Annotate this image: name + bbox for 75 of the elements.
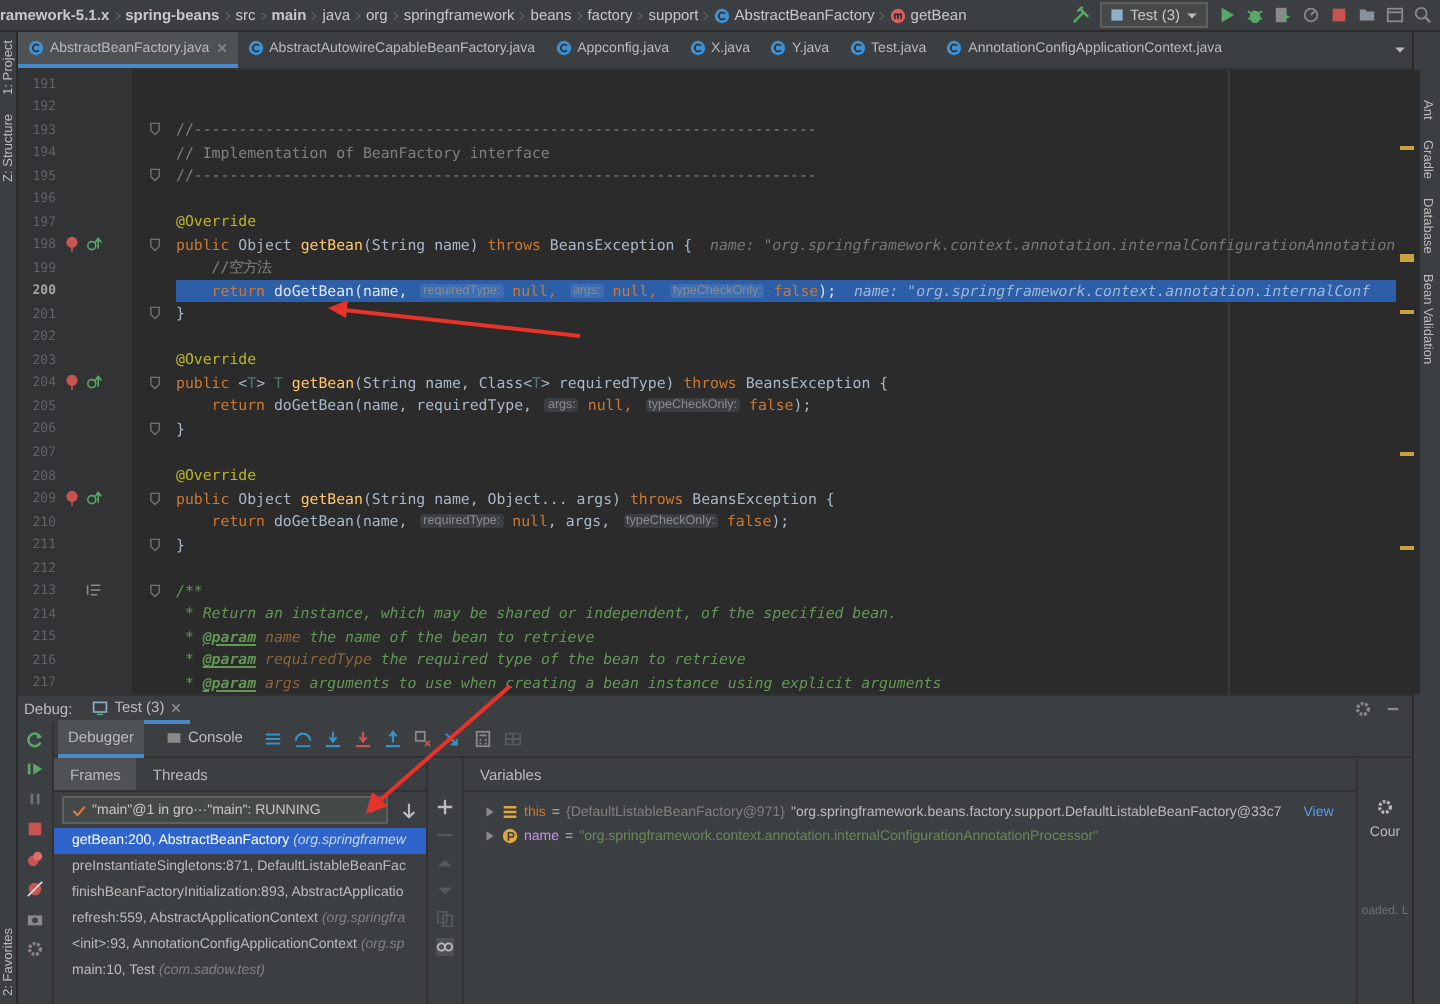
class-icon [28,40,44,56]
class-icon [849,40,866,56]
settings-icon[interactable] [1376,798,1394,816]
plus-icon[interactable] [436,798,454,816]
method-icon [890,7,907,23]
class-icon [689,40,706,56]
fold-icon[interactable] [147,122,161,137]
settings-icon[interactable] [26,940,44,958]
list-icon [502,804,518,820]
chevron-icon [702,7,711,23]
step-over-icon[interactable] [294,730,313,748]
class-icon [555,40,572,56]
down-arrow-icon[interactable] [400,801,418,819]
hammer-icon[interactable] [1071,6,1090,24]
fold-icon[interactable] [147,237,161,252]
marker-icon [64,374,80,391]
marker-icon [64,236,80,253]
override-icon [86,490,104,507]
class-icon [714,7,731,23]
console-icon [165,729,182,745]
caret-icon [1394,44,1406,56]
chevron-icon [259,7,268,23]
parameter-icon [502,828,518,844]
fold-icon[interactable] [147,375,161,390]
close-icon[interactable] [170,701,183,713]
rerun-icon[interactable] [26,730,44,748]
bug-icon[interactable] [1246,6,1264,24]
monitor-icon [92,699,109,715]
class-icon [769,40,786,56]
fold-icon[interactable] [147,491,161,506]
caret-icon [1186,9,1198,21]
mute-breakpoints-icon[interactable] [26,880,44,898]
marker-icon [64,490,80,507]
chevron-icon [575,7,584,23]
pause-icon[interactable] [26,790,44,808]
override-icon [86,374,104,391]
drop-frame-icon[interactable] [414,730,433,748]
settings-icon[interactable] [1354,700,1372,718]
chevron-icon [636,7,645,23]
stop-icon[interactable] [26,820,44,838]
chevron-icon [878,7,887,23]
fold-icon[interactable] [147,306,161,321]
fold-icon[interactable] [147,421,161,436]
resume-icon[interactable] [26,760,44,778]
menu-icon[interactable] [264,730,283,748]
class-icon [946,40,963,56]
chevron-icon [354,7,362,23]
run-to-cursor-icon[interactable] [444,730,463,748]
breakpoints-icon[interactable] [26,850,44,868]
fold-icon[interactable] [147,537,161,552]
step-into-icon[interactable] [324,730,343,748]
chevron-icon [113,7,122,23]
calculator-icon[interactable] [474,730,493,748]
fold-icon[interactable] [147,583,161,598]
profiler-icon[interactable] [1302,6,1320,24]
class-icon [247,40,264,56]
glasses-icon[interactable] [434,938,456,956]
close-icon[interactable] [215,42,228,54]
chevron-icon [391,7,400,23]
force-step-into-icon[interactable] [354,730,373,748]
chevron-icon [223,7,232,23]
override-icon [86,236,104,253]
step-out-icon[interactable] [384,730,403,748]
folder-icon[interactable] [1358,6,1376,24]
chevron-icon [518,7,527,23]
camera-icon[interactable] [26,910,44,928]
stop-icon[interactable] [1330,6,1348,24]
window-icon[interactable] [1386,6,1404,24]
fold-icon[interactable] [147,168,161,183]
coverage-icon[interactable] [1274,6,1292,24]
chevron-icon [310,7,319,23]
play-icon[interactable] [1218,6,1236,24]
search-icon[interactable] [1414,6,1432,24]
check-icon [72,803,86,817]
doc-render-icon [86,582,102,599]
